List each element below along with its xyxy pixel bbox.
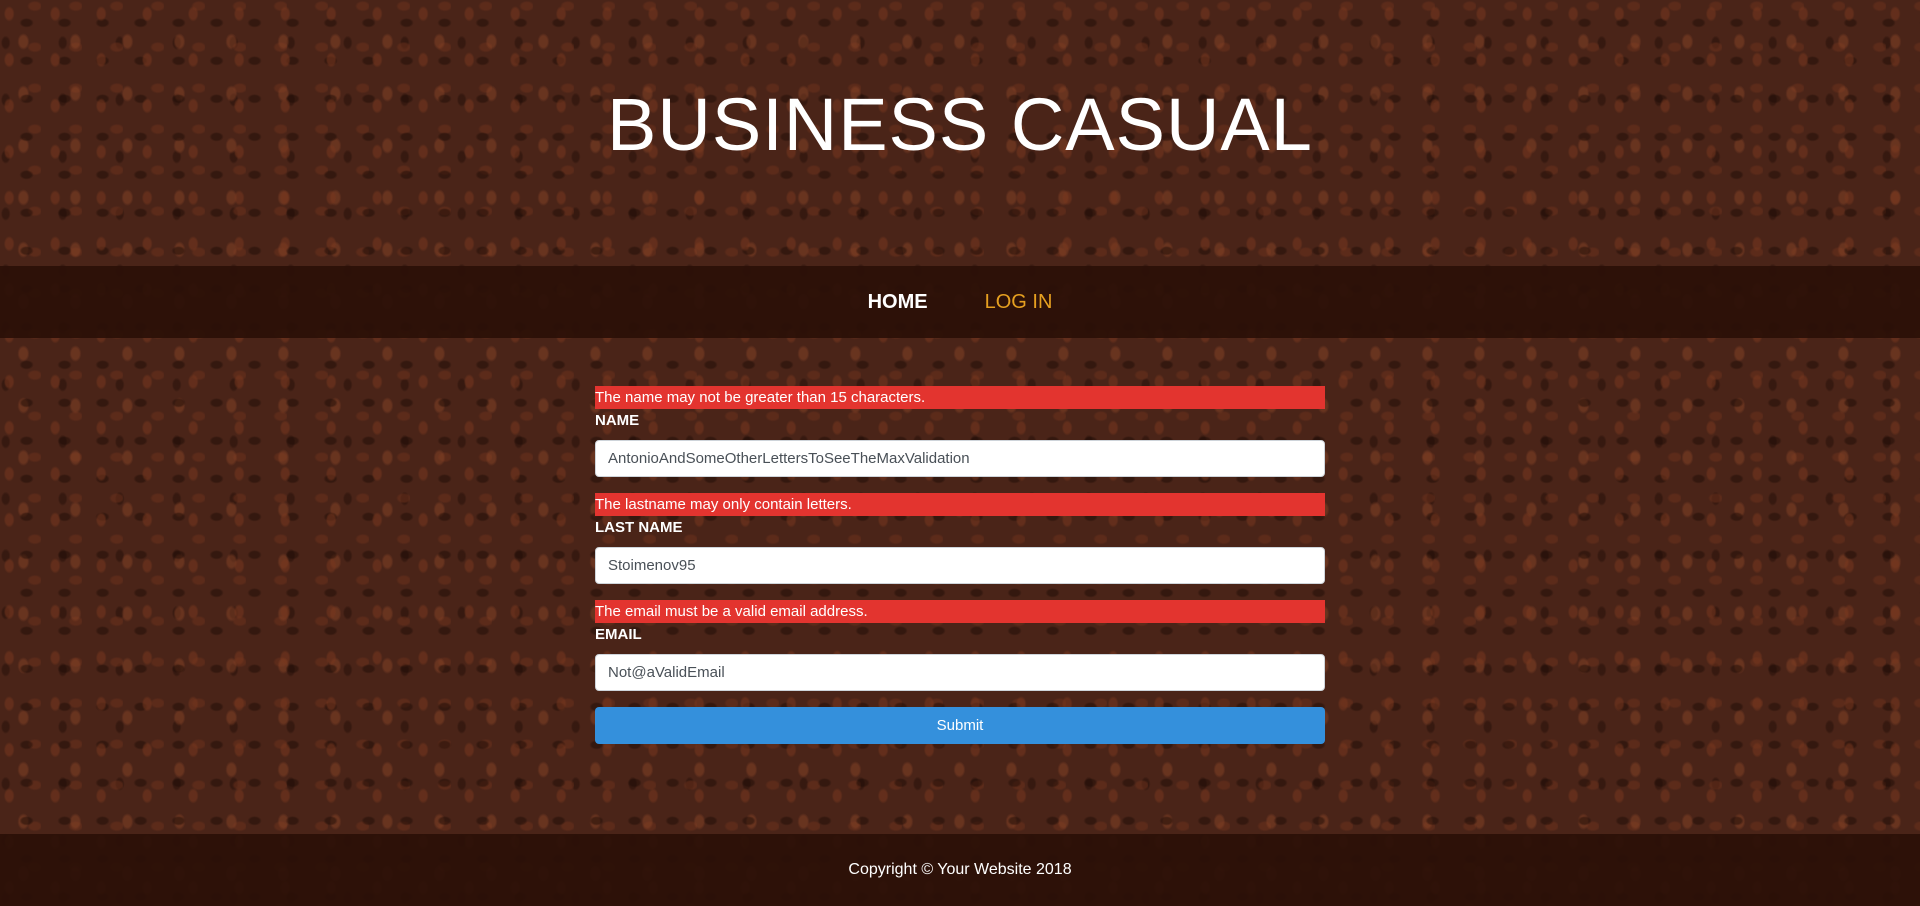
main-navbar: HOME LOG IN [0,266,1920,338]
copyright-text: Copyright © Your Website 2018 [848,861,1072,878]
lastname-error-message: The lastname may only contain letters. [595,493,1325,516]
email-error-message: The email must be a valid email address. [595,600,1325,623]
nav-login-link[interactable]: LOG IN [985,291,1053,314]
name-field-group: The name may not be greater than 15 char… [595,386,1325,477]
email-label: EMAIL [595,626,642,643]
name-label: NAME [595,412,640,429]
nav-home-link[interactable]: HOME [868,291,928,314]
email-field-group: The email must be a valid email address.… [595,600,1325,691]
name-error-message: The name may not be greater than 15 char… [595,386,1325,409]
site-title: BUSINESS CASUAL [607,83,1313,166]
lastname-label: LAST NAME [595,519,683,536]
lastname-input[interactable] [595,547,1325,584]
lastname-field-group: The lastname may only contain letters. L… [595,493,1325,584]
page-footer: Copyright © Your Website 2018 [0,834,1920,906]
submit-button[interactable]: Submit [595,707,1325,744]
name-input[interactable] [595,440,1325,477]
email-input[interactable] [595,654,1325,691]
registration-form: The name may not be greater than 15 char… [595,386,1325,744]
